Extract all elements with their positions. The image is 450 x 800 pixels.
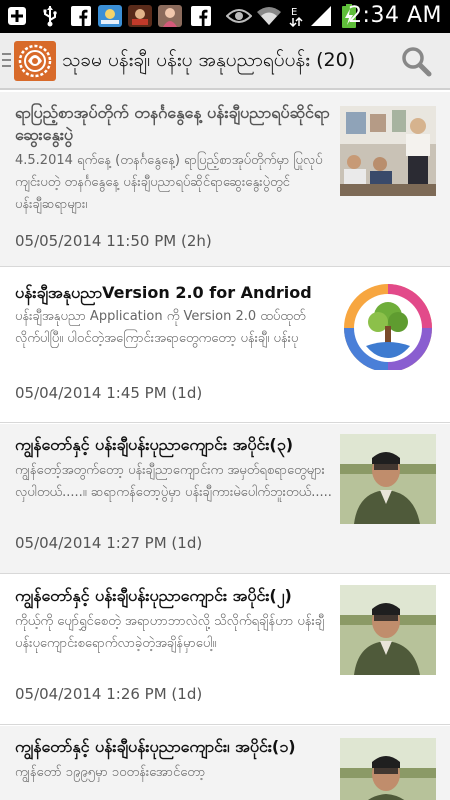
article-date: 05/05/2014 11:50 PM (2h) xyxy=(15,232,212,250)
app-logo[interactable] xyxy=(14,41,56,81)
list-item[interactable]: ကျွန်တော်နှင့် ပန်းချီပန်းပုညာကျောင်း၊ အ… xyxy=(0,726,450,800)
article-date: 05/04/2014 1:26 PM (1d) xyxy=(15,685,203,703)
network-icon: E xyxy=(288,5,304,27)
portrait-photo-image xyxy=(340,434,436,524)
list-item[interactable]: ကျွန်တော်နှင့် ပန်းချီပန်းပုညာကျောင်း အပ… xyxy=(0,424,450,574)
wifi-icon xyxy=(256,5,282,27)
article-title: ပန်းချီအနုပညာVersion 2.0 for Andriod xyxy=(15,283,312,302)
facebook-icon xyxy=(70,5,92,27)
article-date: 05/04/2014 1:27 PM (1d) xyxy=(15,534,203,552)
app-icon xyxy=(98,5,122,27)
app-icon xyxy=(158,5,182,27)
article-title: ကျွန်တော်နှင့် ပန်းချီပန်းပုညာကျောင်း အပ… xyxy=(15,586,292,605)
plus-box-icon xyxy=(6,5,28,27)
article-title: ကျွန်တော်နှင့် ပန်းချီပန်းပုညာကျောင်း၊ အ… xyxy=(15,737,296,756)
event-photo-image xyxy=(340,106,436,196)
list-item[interactable]: ရာပြည့်စာအုပ်တိုက် တနင်္ဂနွေနေ့ ပန်းချီပ… xyxy=(0,92,450,267)
app-logo-tree-image xyxy=(340,280,436,370)
clock-time: 2:34 AM xyxy=(348,3,442,28)
eye-icon xyxy=(226,5,252,27)
article-summary: ပန်းချီအနုပညာ Application ကို Version 2.… xyxy=(15,309,306,346)
article-summary: ကိုယ့်ကို ပျော်ရွှင်စေတဲ့ အရာဟာဘာလဲလို့ … xyxy=(15,614,325,651)
svg-text:E: E xyxy=(291,7,297,18)
page-title: သုခမ ပန်းချီ၊ ပန်းပု အနုပညာရပ်ပန်း (20) xyxy=(62,49,356,71)
status-bar: E 2:34 AM xyxy=(0,0,450,33)
signal-icon xyxy=(308,5,334,27)
usb-icon xyxy=(40,5,60,27)
article-summary: ကျွန်တော့်အတွက်တော့ ပန်းချီညာကျောင်းက အမ… xyxy=(15,463,332,500)
list-item[interactable]: ကျွန်တော်နှင့် ပန်းချီပန်းပုညာကျောင်း အပ… xyxy=(0,575,450,725)
search-icon[interactable] xyxy=(400,45,432,77)
portrait-photo-image xyxy=(340,585,436,675)
article-title: ကျွန်တော်နှင့် ပန်းချီပန်းပုညာကျောင်း အပ… xyxy=(15,435,293,454)
article-summary: ကျွန်တော် ၁၉၉၅မှာ ၁၀တန်းအောင်တော့ xyxy=(15,765,206,780)
article-date: 05/04/2014 1:45 PM (1d) xyxy=(15,384,203,402)
drawer-indicator-icon[interactable] xyxy=(2,53,11,69)
facebook-icon xyxy=(190,5,212,27)
app-icon xyxy=(128,5,152,27)
article-summary: 4.5.2014 ရက်နေ့ (တနင်္ဂနွေနေ့) ရာပြည့်စာ… xyxy=(15,153,323,212)
portrait-photo-image xyxy=(340,738,436,800)
action-bar: သုခမ ပန်းချီ၊ ပန်းပု အနုပညာရပ်ပန်း (20) xyxy=(0,33,450,90)
article-title: ရာပြည့်စာအုပ်တိုက် တနင်္ဂနွေနေ့ ပန်းချီပ… xyxy=(15,103,330,144)
list-item[interactable]: ပန်းချီအနုပညာVersion 2.0 for Andriod ပန်… xyxy=(0,268,450,423)
